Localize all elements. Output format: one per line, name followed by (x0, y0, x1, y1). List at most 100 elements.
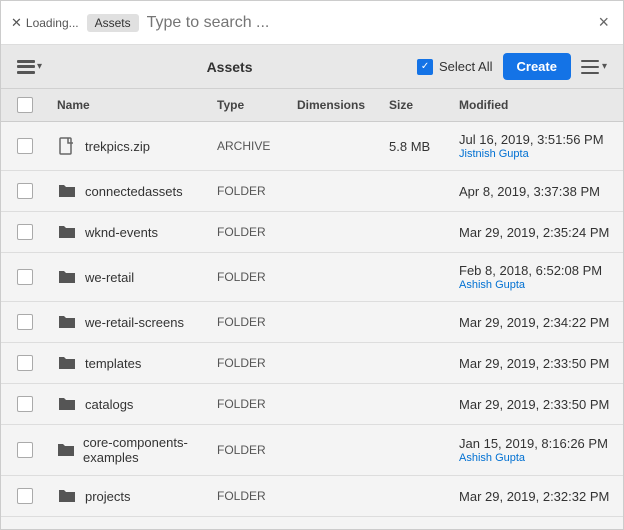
name-cell: we-retail (57, 267, 193, 287)
table-body: trekpics.zip ARCHIVE 5.8 MBJul 16, 2019, … (1, 122, 623, 517)
col-header-name: Name (45, 89, 205, 122)
row-checkbox[interactable] (17, 138, 33, 154)
row-type: ARCHIVE (205, 122, 285, 171)
file-icon (57, 136, 77, 156)
row-type: FOLDER (205, 343, 285, 384)
row-name: we-retail (85, 270, 134, 285)
header-checkbox[interactable] (17, 97, 33, 113)
row-type: FOLDER (205, 302, 285, 343)
row-type: FOLDER (205, 171, 285, 212)
row-checkbox[interactable] (17, 488, 33, 504)
row-dimensions (285, 476, 377, 517)
table-row[interactable]: catalogs FOLDERMar 29, 2019, 2:33:50 PM (1, 384, 623, 425)
col-header-modified: Modified (447, 89, 623, 122)
row-checkbox[interactable] (17, 224, 33, 240)
row-type: FOLDER (205, 253, 285, 302)
list-options-chevron-icon: ▾ (602, 61, 607, 72)
row-dimensions (285, 212, 377, 253)
row-modified: Mar 29, 2019, 2:32:32 PM (447, 476, 623, 517)
col-header-size: Size (377, 89, 447, 122)
table-row[interactable]: we-retail FOLDER Feb 8, 2018, 6:52:08 PMA… (1, 253, 623, 302)
row-dimensions (285, 122, 377, 171)
assets-table: Name Type Dimensions Size Modified trekp… (1, 89, 623, 517)
table-row[interactable]: we-retail-screens FOLDER Mar 29, 2019, 2:… (1, 302, 623, 343)
modified-date: Feb 8, 2018, 6:52:08 PM (459, 263, 602, 278)
folder-icon (57, 312, 77, 332)
modified-date: Jan 15, 2019, 8:16:26 PM (459, 436, 608, 451)
row-name: connectedassets (85, 184, 183, 199)
row-size (377, 384, 447, 425)
modified-date: Mar 29, 2019, 2:34:22 PM (459, 315, 609, 330)
name-cell: templates (57, 353, 193, 373)
name-cell: trekpics.zip (57, 136, 193, 156)
table-row[interactable]: projects FOLDERMar 29, 2019, 2:32:32 PM (1, 476, 623, 517)
toolbar-title: Assets (50, 59, 409, 75)
folder-icon (57, 353, 77, 373)
row-type: FOLDER (205, 425, 285, 476)
row-size (377, 212, 447, 253)
modified-user: Ashish Gupta (459, 452, 615, 464)
folder-icon (58, 183, 76, 199)
row-modified: Mar 29, 2019, 2:34:22 PM (447, 302, 623, 343)
table-header: Name Type Dimensions Size Modified (1, 89, 623, 122)
search-input[interactable] (147, 14, 587, 32)
row-checkbox[interactable] (17, 183, 33, 199)
row-size: 5.8 MB (377, 122, 447, 171)
dialog-close-button[interactable]: × (594, 8, 613, 37)
modified-date: Mar 29, 2019, 2:32:32 PM (459, 489, 609, 504)
modified-user: Jistnish Gupta (459, 148, 615, 160)
row-modified: Jan 15, 2019, 8:16:26 PMAshish Gupta (447, 425, 623, 476)
row-dimensions (285, 384, 377, 425)
modified-date: Apr 8, 2019, 3:37:38 PM (459, 184, 600, 199)
table-row[interactable]: templates FOLDERMar 29, 2019, 2:33:50 PM (1, 343, 623, 384)
search-bar: ✕ Loading... Assets × (1, 1, 623, 45)
assets-dialog: ✕ Loading... Assets × ▾ Assets Select Al… (0, 0, 624, 530)
table-row[interactable]: core-components-examples FOLDER Jan 15, 2… (1, 425, 623, 476)
name-cell: connectedassets (57, 181, 193, 201)
row-modified: Feb 8, 2018, 6:52:08 PMAshish Gupta (447, 253, 623, 302)
list-options-button[interactable]: ▾ (581, 60, 607, 74)
row-size (377, 302, 447, 343)
row-size (377, 425, 447, 476)
row-size (377, 343, 447, 384)
row-modified: Jul 16, 2019, 3:51:56 PMJistnish Gupta (447, 122, 623, 171)
create-button[interactable]: Create (503, 53, 571, 80)
row-name: catalogs (85, 397, 133, 412)
row-size (377, 171, 447, 212)
name-cell: projects (57, 486, 193, 506)
modified-date: Mar 29, 2019, 2:35:24 PM (459, 225, 609, 240)
table-row[interactable]: wknd-events FOLDERMar 29, 2019, 2:35:24 … (1, 212, 623, 253)
folder-icon (58, 396, 76, 412)
row-checkbox[interactable] (17, 355, 33, 371)
row-modified: Apr 8, 2019, 3:37:38 PM (447, 171, 623, 212)
toolbar-right: Select All Create ▾ (417, 53, 607, 80)
select-all-checkbox (417, 59, 433, 75)
row-checkbox[interactable] (17, 442, 33, 458)
row-name: core-components-examples (83, 435, 193, 465)
tab-pill: Assets (87, 14, 139, 32)
folder-icon (57, 394, 77, 414)
row-checkbox[interactable] (17, 314, 33, 330)
name-cell: we-retail-screens (57, 312, 193, 332)
folder-icon (57, 486, 77, 506)
table-row[interactable]: connectedassets FOLDER Apr 8, 2019, 3:37:… (1, 171, 623, 212)
select-all-button[interactable]: Select All (417, 59, 492, 75)
folder-icon (58, 355, 76, 371)
row-name: templates (85, 356, 141, 371)
row-checkbox[interactable] (17, 396, 33, 412)
table-row[interactable]: trekpics.zip ARCHIVE 5.8 MBJul 16, 2019, … (1, 122, 623, 171)
folder-icon (58, 269, 76, 285)
dialog-close-icon: × (598, 12, 609, 32)
folder-icon (58, 488, 76, 504)
folder-icon (58, 314, 76, 330)
row-dimensions (285, 425, 377, 476)
search-close-button[interactable]: ✕ Loading... (11, 15, 79, 31)
name-cell: core-components-examples (57, 435, 193, 465)
layout-toggle-button[interactable]: ▾ (17, 60, 42, 74)
folder-icon (57, 442, 75, 458)
row-checkbox[interactable] (17, 269, 33, 285)
row-name: projects (85, 489, 131, 504)
row-dimensions (285, 171, 377, 212)
file-icon (59, 137, 75, 155)
toolbar: ▾ Assets Select All Create ▾ (1, 45, 623, 89)
